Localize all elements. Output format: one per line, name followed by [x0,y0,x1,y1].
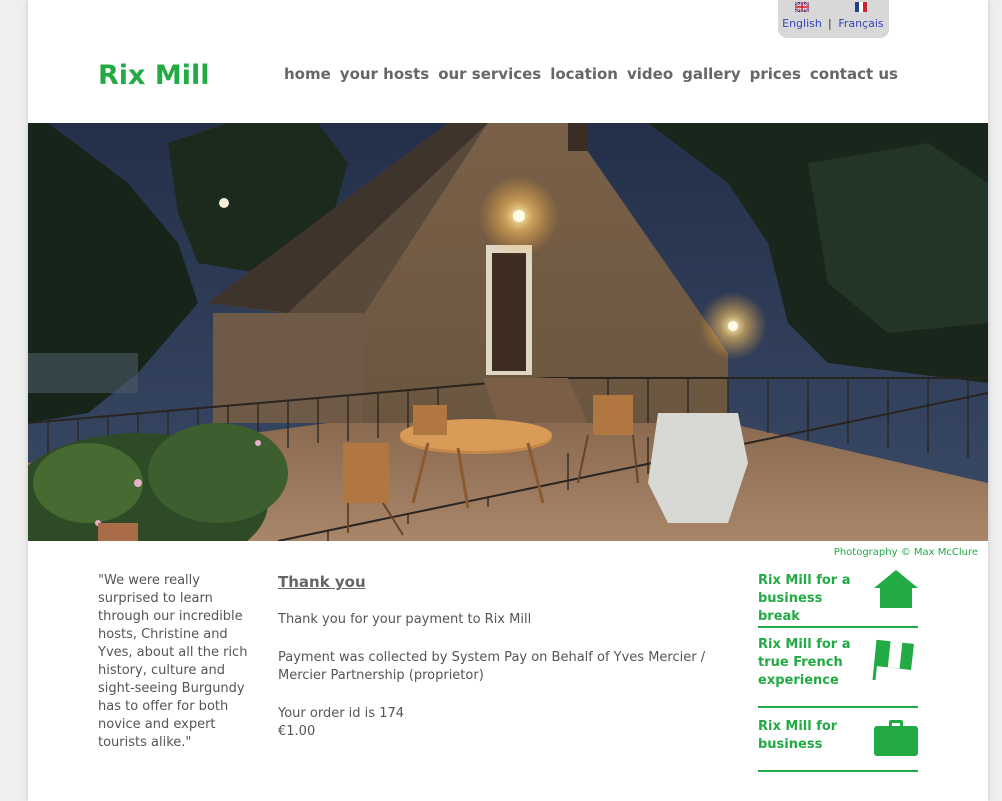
sidebar-business-label: Rix Mill for business [758,719,838,752]
nav-contact-us[interactable]: contact us [810,65,898,83]
language-switcher: English | Français [778,0,889,38]
flag-icon [872,639,914,680]
hero-photo [28,123,988,541]
briefcase-icon [874,720,918,756]
sidebar-french-experience-label: Rix Mill for a true French experience [758,637,851,688]
site-logo[interactable]: Rix Mill [98,60,210,91]
order-id-text: Your order id is 174 [278,706,405,721]
sidebar-french-experience[interactable]: Rix Mill for a true French experience [758,628,918,708]
language-english-link[interactable]: English [782,17,822,30]
sidebar-business-break-label: Rix Mill for a business break [758,573,851,624]
nav-home[interactable]: home [284,65,331,83]
nav-location[interactable]: location [550,65,618,83]
france-flag-icon [855,2,867,12]
main-nav: home your hosts our services location video g… [284,64,907,83]
nav-our-services[interactable]: our services [438,65,541,83]
thank-you-text: Thank you for your payment to Rix Mill [278,612,532,627]
uk-flag-icon [795,2,809,12]
sidebar-links: Rix Mill for a business break Rix Mill f… [758,566,918,772]
language-english[interactable]: English [782,0,822,30]
page: English | Français Rix Mill home your hos… [28,0,988,801]
moon-icon [219,198,229,208]
language-french[interactable]: Français [836,0,886,30]
order-amount-text: €1.00 [278,724,316,739]
house-icon [874,570,918,608]
payment-info-text: Payment was collected by System Pay on B… [278,650,706,683]
page-heading: Thank you [278,573,366,591]
sidebar-business-break[interactable]: Rix Mill for a business break [758,566,918,628]
nav-video[interactable]: video [627,65,673,83]
language-french-link[interactable]: Français [836,17,886,30]
sidebar-business[interactable]: Rix Mill for business [758,708,918,772]
main-content: Thank you Thank you for your payment to … [278,573,748,741]
nav-your-hosts[interactable]: your hosts [340,65,429,83]
language-separator: | [828,17,832,30]
testimonial-quote: "We were really surprised to learn throu… [98,573,248,750]
nav-prices[interactable]: prices [750,65,801,83]
photo-credit: Photography © Max McClure [833,547,978,558]
nav-gallery[interactable]: gallery [682,65,741,83]
